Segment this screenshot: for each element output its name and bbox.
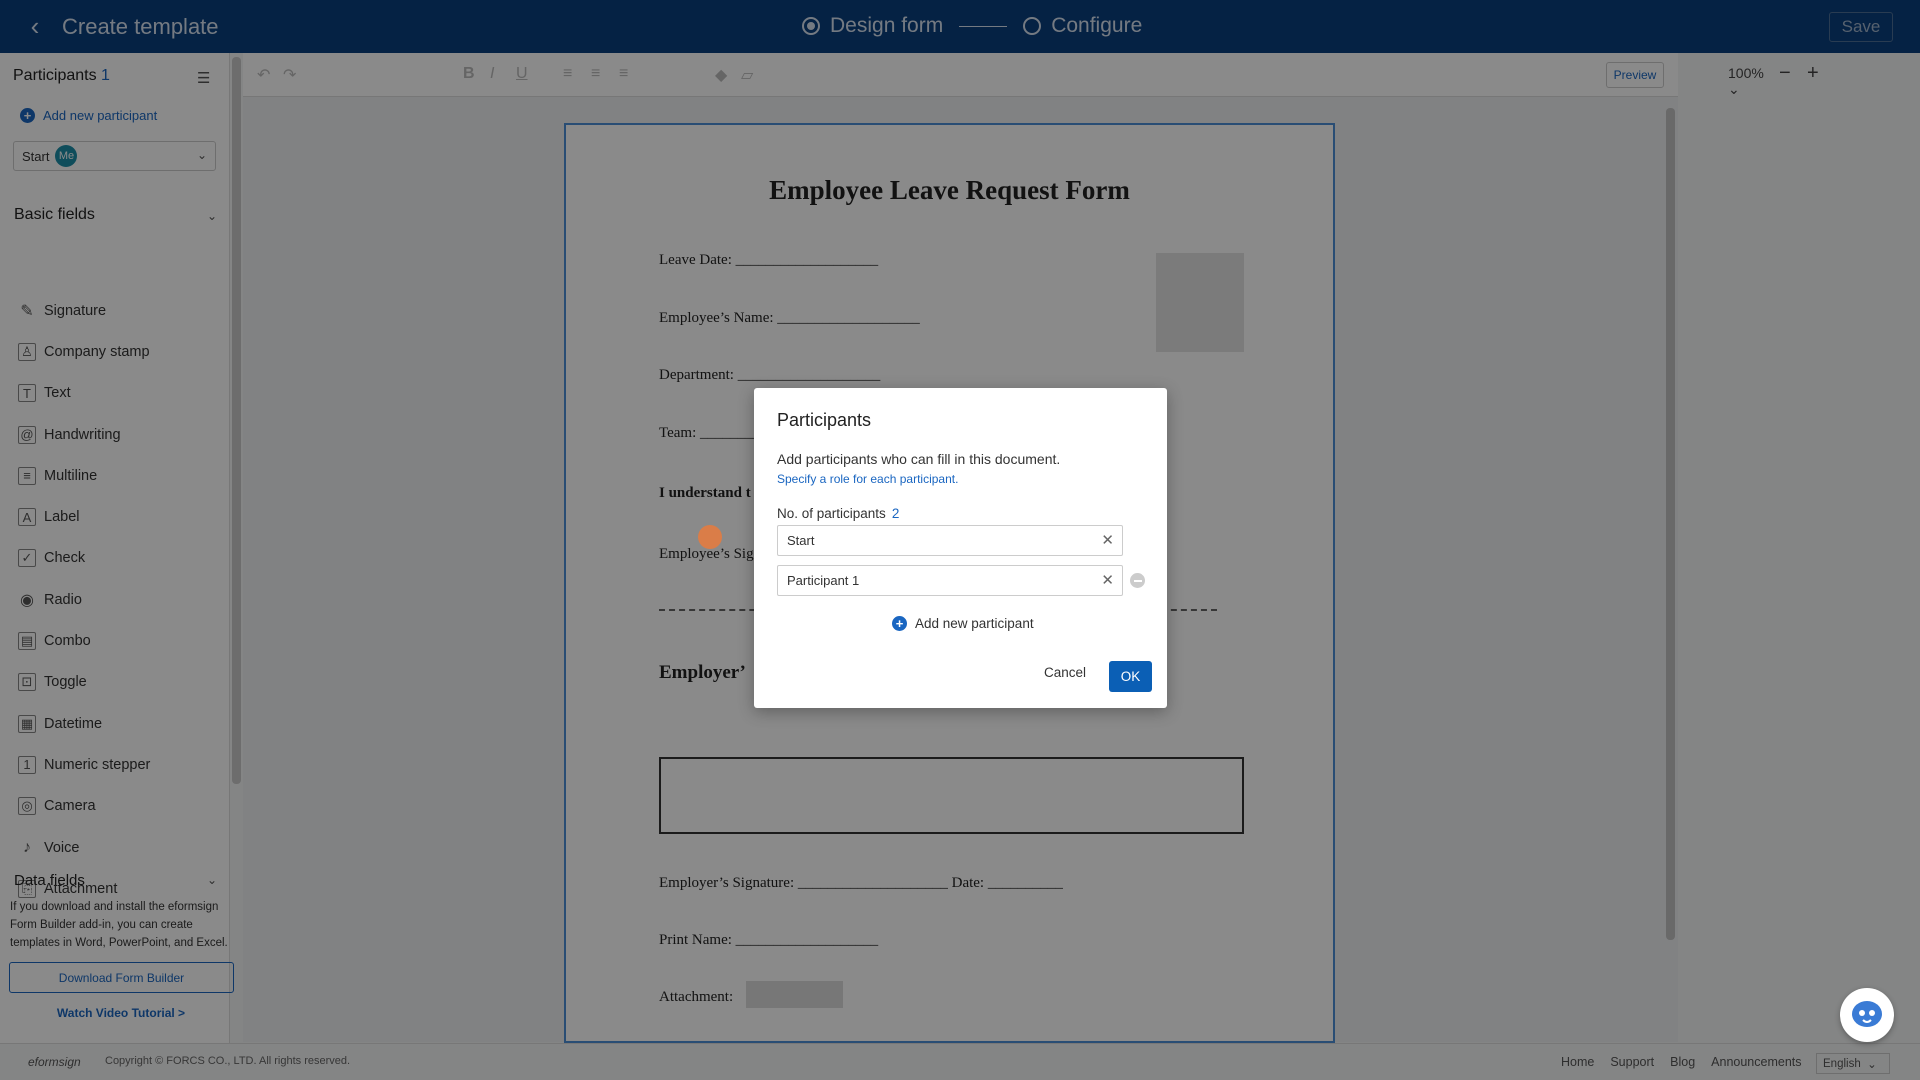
- participant-count: No. of participants 2: [777, 506, 899, 521]
- add-new-participant-button[interactable]: + Add new participant: [892, 616, 1034, 631]
- dialog-title: Participants: [777, 410, 872, 430]
- chatbot-icon: [1852, 1001, 1882, 1027]
- plus-circle-icon: +: [892, 616, 907, 631]
- cursor-indicator: [698, 525, 722, 549]
- participant-input[interactable]: Participant 1 ✕: [777, 565, 1123, 596]
- participant-count-value: 2: [891, 506, 900, 521]
- participant-input-value: Start: [787, 533, 815, 548]
- remove-participant-icon[interactable]: [1130, 573, 1145, 588]
- specify-role-link[interactable]: Specify a role for each participant.: [777, 472, 958, 486]
- participant-input[interactable]: Start ✕: [777, 525, 1123, 556]
- participant-input-value: Participant 1: [787, 573, 860, 588]
- dialog-description: Add participants who can fill in this do…: [777, 451, 1061, 467]
- participant-count-label: No. of participants: [777, 506, 886, 521]
- participants-dialog: Participants Add participants who can fi…: [754, 388, 1167, 708]
- add-new-participant-label: Add new participant: [915, 616, 1034, 631]
- ok-button[interactable]: OK: [1109, 661, 1152, 692]
- chatbot-button[interactable]: [1840, 988, 1894, 1042]
- clear-icon[interactable]: ✕: [1101, 531, 1114, 549]
- clear-icon[interactable]: ✕: [1101, 571, 1114, 589]
- cancel-button[interactable]: Cancel: [1044, 665, 1086, 680]
